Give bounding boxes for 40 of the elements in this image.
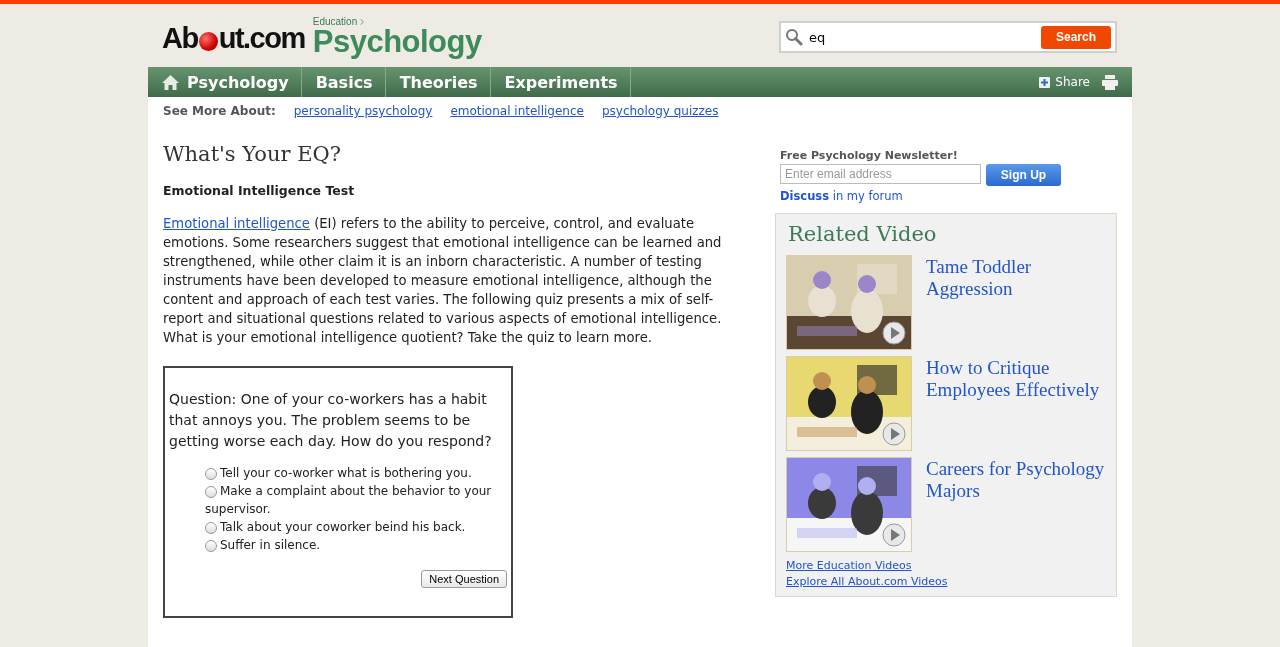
discuss-link[interactable]: Discuss [780, 189, 830, 203]
search-icon [785, 28, 803, 46]
radio-button[interactable] [205, 540, 217, 552]
printer-icon[interactable] [1102, 74, 1118, 90]
sign-up-button[interactable]: Sign Up [986, 164, 1061, 186]
radio-button[interactable] [205, 522, 217, 534]
topic-link[interactable]: personality psychology [293, 104, 433, 126]
video-title-link[interactable]: Tame Toddler Aggression [926, 256, 1106, 350]
related-video-title: Related Video [788, 222, 938, 246]
next-question-button[interactable]: Next Question [421, 570, 507, 588]
email-field[interactable]: Enter email address [780, 164, 981, 184]
topic-link[interactable]: psychology quizzes [601, 104, 719, 126]
forum-text: in my forum [832, 189, 903, 203]
article-subtitle: Emotional Intelligence Test [163, 183, 356, 198]
intro-link[interactable]: Emotional intelligence [163, 216, 310, 231]
video-title-link[interactable]: How to Critique Employees Effectively [926, 357, 1106, 451]
quiz-question: Question: One of your co-workers has a habit that annoys you. The problem seems to be getting worse each day. How do you respond? [169, 390, 493, 451]
site-title: Psychology [312, 27, 482, 57]
answer-option[interactable]: Suffer in silence. [205, 536, 507, 554]
share-link[interactable]: Share [1039, 75, 1090, 89]
radio-button[interactable] [205, 486, 217, 498]
intro-paragraph: Emotional intelligence (EI) refers to the ability to perceive, control, and evaluate emotions. Some researchers suggest that emotional intelligence can be learned and strengthened, while other claim it is an inborn characteristic. A number of testing instruments have been developed to measure emotional intelligence, although the content and approach of each test varies. The following quiz presents a mix of self-report and situational questions related to various aspects of emotional intelligence. What is your emotional intelligence quotient? Take the quiz to learn more. [163, 215, 723, 347]
topic-link[interactable]: emotional intelligence [450, 104, 584, 126]
video-title-link[interactable]: Careers for Psychology Majors [926, 458, 1106, 552]
see-more-label: See More About: [163, 104, 276, 120]
video-link[interactable]: Explore All About.com Videos [786, 574, 948, 590]
home-icon [162, 74, 179, 90]
about-logo[interactable]: Ab ut.com [162, 22, 305, 57]
article-title: What's Your EQ? [163, 142, 343, 166]
breadcrumb-link[interactable]: Education [312, 16, 482, 27]
radio-button[interactable] [205, 468, 217, 480]
answer-option[interactable]: Tell your co-worker what is bothering you. [205, 464, 507, 482]
newsletter-title: Free Psychology Newsletter! [779, 149, 959, 162]
answer-option[interactable]: Talk about your coworker beind his back. [205, 518, 507, 536]
search-button[interactable]: Search [1041, 25, 1111, 49]
plus-icon [1039, 76, 1051, 88]
video-link[interactable]: More Education Videos [786, 558, 912, 574]
answer-option[interactable]: Make a complaint about the behavior to your supervisor. [205, 482, 507, 518]
chevron-icon [360, 19, 364, 25]
search-field[interactable]: eq Search [779, 21, 1117, 53]
